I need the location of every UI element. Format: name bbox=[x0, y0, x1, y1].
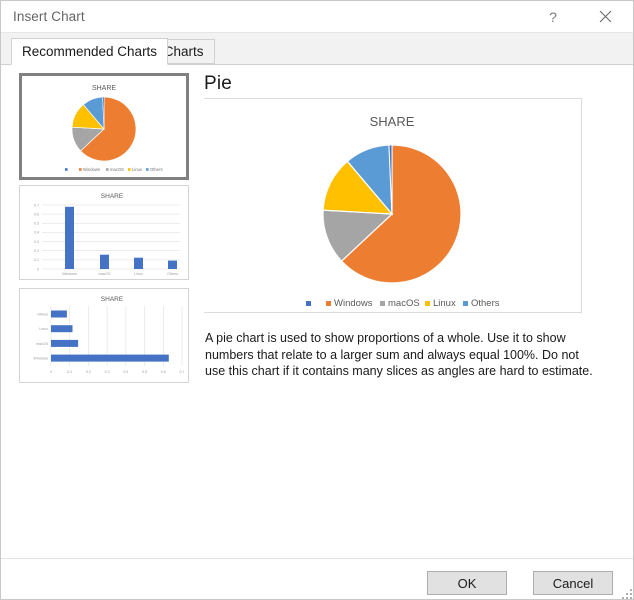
legend-label-macos: macOS bbox=[388, 298, 420, 309]
chart-thumbnail-column[interactable]: SHARE 0.7 0.6 0.5 0.4 0.3 0.2 0.1 0 Wind… bbox=[19, 185, 189, 280]
column-thumbnail-title: SHARE bbox=[101, 193, 124, 200]
column-thumbnail-svg: SHARE 0.7 0.6 0.5 0.4 0.3 0.2 0.1 0 Wind… bbox=[20, 186, 188, 279]
dialog-footer: OK Cancel bbox=[1, 558, 633, 599]
svg-text:0.1: 0.1 bbox=[67, 370, 72, 374]
title-bar: Insert Chart ? bbox=[1, 1, 633, 33]
chart-thumbnail-column-canvas: SHARE 0.7 0.6 0.5 0.4 0.3 0.2 0.1 0 Wind… bbox=[20, 186, 188, 279]
preview-chart-box: SHARE Windows macOS Linux Others bbox=[204, 98, 582, 313]
svg-text:0.6: 0.6 bbox=[34, 212, 39, 216]
chart-preview-pane: Pie SHARE Windows macOS Linux Others A p… bbox=[201, 65, 601, 559]
legend-label-linux: Linux bbox=[433, 298, 456, 309]
pie-thumbnail-slices bbox=[71, 96, 137, 162]
svg-text:0.3: 0.3 bbox=[34, 240, 39, 244]
svg-text:Windows: Windows bbox=[33, 357, 48, 361]
svg-text:Linux: Linux bbox=[39, 327, 48, 331]
legend-marker-linux bbox=[425, 301, 430, 306]
help-icon[interactable]: ? bbox=[531, 1, 575, 32]
svg-text:0.1: 0.1 bbox=[34, 258, 39, 262]
legend-marker-others bbox=[463, 301, 468, 306]
preview-pie-svg: SHARE Windows macOS Linux Others bbox=[204, 99, 580, 312]
pie-thumbnail-svg: SHARE Windows macOS Linux Others bbox=[22, 76, 186, 177]
preview-chart-type-title: Pie bbox=[204, 73, 233, 94]
recommended-chart-list[interactable]: SHARE Windows macOS Linux Others SHARE 0… bbox=[19, 70, 191, 548]
ok-button-label: OK bbox=[457, 575, 477, 591]
cancel-button[interactable]: Cancel bbox=[533, 571, 613, 595]
close-icon[interactable] bbox=[583, 1, 627, 32]
svg-text:0.2: 0.2 bbox=[86, 370, 91, 374]
svg-text:0.7: 0.7 bbox=[34, 203, 39, 207]
bar-thumbnail-title: SHARE bbox=[101, 296, 124, 303]
tab-recommended-charts[interactable]: Recommended Charts bbox=[11, 38, 169, 65]
svg-text:0.4: 0.4 bbox=[34, 231, 39, 235]
tab-strip: Recommended Charts All Charts bbox=[1, 33, 633, 65]
legend-marker-blank bbox=[306, 301, 311, 306]
svg-text:macOS: macOS bbox=[36, 342, 49, 346]
svg-text:0.4: 0.4 bbox=[123, 370, 128, 374]
svg-text:Windows: Windows bbox=[83, 167, 100, 172]
preview-chart-title: SHARE bbox=[370, 114, 415, 129]
svg-text:Others: Others bbox=[167, 272, 178, 276]
svg-text:macOS: macOS bbox=[110, 167, 124, 172]
preview-legend: Windows macOS Linux Others bbox=[306, 298, 500, 309]
svg-text:0: 0 bbox=[37, 267, 39, 271]
legend-marker-macos bbox=[380, 301, 385, 306]
insert-chart-dialog: Insert Chart ? Recommended Charts All Ch… bbox=[0, 0, 634, 600]
chart-thumbnail-bar[interactable]: SHARE Others Linux macOS Windows 0 0.1 0… bbox=[19, 288, 189, 383]
footer-divider bbox=[1, 558, 633, 559]
svg-text:Others: Others bbox=[37, 313, 48, 317]
chart-type-description: A pie chart is used to show proportions … bbox=[205, 331, 593, 378]
svg-text:0.6: 0.6 bbox=[161, 370, 166, 374]
chart-thumbnail-bar-canvas: SHARE Others Linux macOS Windows 0 0.1 0… bbox=[20, 289, 188, 382]
help-glyph: ? bbox=[549, 8, 557, 25]
svg-text:Linux: Linux bbox=[132, 167, 143, 172]
legend-label-others: Others bbox=[471, 298, 500, 309]
svg-text:Others: Others bbox=[150, 167, 163, 172]
close-glyph bbox=[599, 10, 611, 23]
svg-text:Linux: Linux bbox=[134, 272, 143, 276]
svg-text:macOS: macOS bbox=[99, 272, 112, 276]
dialog-content: SHARE Windows macOS Linux Others SHARE 0… bbox=[1, 64, 633, 559]
tab-recommended-charts-label: Recommended Charts bbox=[22, 44, 158, 59]
svg-text:0.5: 0.5 bbox=[34, 222, 39, 226]
window-title: Insert Chart bbox=[13, 9, 85, 24]
legend-marker-windows bbox=[326, 301, 331, 306]
chart-thumbnail-pie-canvas: SHARE Windows macOS Linux Others bbox=[22, 76, 186, 177]
chart-thumbnail-pie[interactable]: SHARE Windows macOS Linux Others bbox=[19, 73, 189, 180]
ok-button[interactable]: OK bbox=[427, 571, 507, 595]
preview-pie-slices bbox=[322, 144, 462, 284]
svg-text:0.5: 0.5 bbox=[142, 370, 147, 374]
svg-text:Windows: Windows bbox=[62, 272, 77, 276]
cancel-button-label: Cancel bbox=[552, 575, 594, 591]
svg-text:0.3: 0.3 bbox=[105, 370, 110, 374]
legend-label-windows: Windows bbox=[334, 298, 373, 309]
svg-text:0: 0 bbox=[50, 370, 52, 374]
resize-grip[interactable] bbox=[620, 587, 632, 599]
svg-text:0.7: 0.7 bbox=[180, 370, 185, 374]
bar-thumbnail-svg: SHARE Others Linux macOS Windows 0 0.1 0… bbox=[20, 289, 188, 382]
pie-thumbnail-title: SHARE bbox=[92, 85, 116, 92]
svg-text:0.2: 0.2 bbox=[34, 249, 39, 253]
